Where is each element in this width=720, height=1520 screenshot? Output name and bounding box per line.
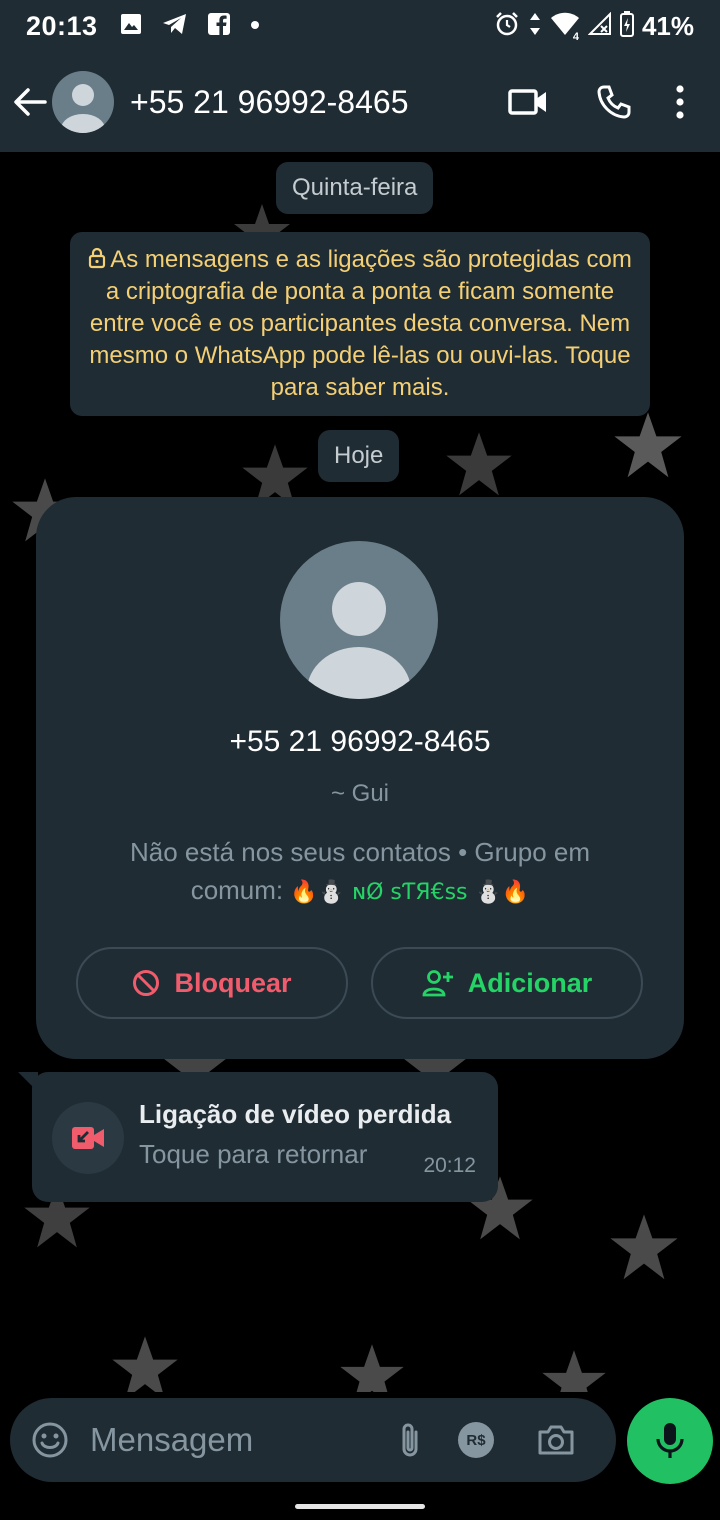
gesture-home-bar[interactable]: [295, 1504, 425, 1509]
currency-label: R$: [466, 1431, 486, 1449]
default-avatar-icon: [307, 582, 411, 699]
add-contact-label: Adicionar: [467, 967, 593, 998]
block-button-label: Bloquear: [174, 967, 292, 998]
date-divider: Quinta-feira: [276, 162, 434, 214]
message-input[interactable]: [90, 1421, 380, 1459]
voice-message-button[interactable]: [627, 1398, 713, 1484]
gallery-notification-icon: [120, 13, 142, 40]
telegram-notification-icon: [162, 12, 188, 41]
missed-call-title: Ligação de vídeo perdida: [139, 1099, 452, 1129]
missed-call-icon-container: [52, 1102, 124, 1174]
encryption-notice-text: As mensagens e as ligações são protegida…: [89, 246, 632, 401]
video-call-button[interactable]: [498, 72, 558, 132]
contact-info: Não está nos seus contatos • Grupo em co…: [86, 833, 634, 912]
wallpaper-star-icon: [340, 1344, 404, 1392]
message-composer: R$: [10, 1398, 616, 1482]
phone-icon: [597, 85, 631, 119]
contact-nickname: ~ Gui: [330, 780, 390, 807]
status-bar: 20:13 4 41%: [0, 0, 720, 52]
network-badge: 4: [572, 30, 579, 43]
more-vertical-icon: [676, 85, 684, 119]
battery-level: 41%: [641, 10, 694, 41]
wallpaper-star-icon: [446, 432, 512, 496]
facebook-notification-icon: [207, 12, 230, 40]
contact-name[interactable]: +55 21 96992-8465: [130, 84, 408, 121]
unknown-contact-card: +55 21 96992-8465 ~ Gui Não está nos seu…: [36, 497, 684, 1059]
wallpaper-star-icon: [112, 1336, 178, 1392]
camera-button[interactable]: [532, 1416, 580, 1464]
contact-avatar[interactable]: [52, 71, 114, 133]
block-button[interactable]: Bloquear: [76, 947, 348, 1019]
attach-button[interactable]: [386, 1416, 434, 1464]
chat-header: +55 21 96992-8465: [0, 52, 720, 152]
emoji-icon: [32, 1422, 68, 1458]
missed-video-call-message[interactable]: Ligação de vídeo perdida Toque para reto…: [32, 1072, 498, 1202]
cell-signal-icon: [587, 11, 612, 41]
date-divider: Hoje: [318, 430, 400, 482]
contact-phone: +55 21 96992-8465: [229, 725, 491, 758]
add-contact-button[interactable]: Adicionar: [371, 947, 643, 1019]
voice-call-button[interactable]: [584, 72, 644, 132]
common-group-name[interactable]: 🔥⛄ ɴØ ꜱƬЯ€ꜱꜱ ⛄🔥: [290, 880, 529, 905]
wallpaper-star-icon: [610, 1214, 678, 1280]
data-transfer-icon: [528, 12, 542, 41]
microphone-icon: [656, 1423, 684, 1458]
contact-profile-picture[interactable]: [280, 541, 438, 699]
emoji-button[interactable]: [24, 1414, 76, 1466]
chat-area[interactable]: Quinta-feira As mensagens e as ligações …: [0, 152, 720, 1392]
missed-call-subtitle: Toque para retornar: [139, 1139, 368, 1169]
missed-video-call-icon: [72, 1127, 104, 1149]
camera-icon: [538, 1425, 574, 1455]
message-timestamp: 20:12: [423, 1154, 476, 1177]
more-notifications-dot-icon: [250, 17, 260, 35]
video-camera-icon: [508, 89, 546, 115]
wifi-icon: 4: [550, 12, 580, 43]
back-arrow-icon: [14, 88, 47, 116]
add-person-icon: [422, 970, 453, 997]
back-button[interactable]: [12, 84, 48, 120]
encryption-notice[interactable]: As mensagens e as ligações são protegida…: [70, 232, 650, 416]
wallpaper-star-icon: [542, 1350, 606, 1392]
status-time: 20:13: [26, 10, 98, 41]
payment-button[interactable]: R$: [452, 1416, 500, 1464]
lock-icon: [89, 247, 106, 269]
battery-icon: [619, 10, 634, 42]
alarm-icon: [494, 11, 520, 42]
wallpaper-star-icon: [614, 412, 682, 478]
block-icon: [133, 970, 160, 996]
overflow-menu-button[interactable]: [660, 72, 700, 132]
paperclip-icon: [402, 1423, 418, 1457]
